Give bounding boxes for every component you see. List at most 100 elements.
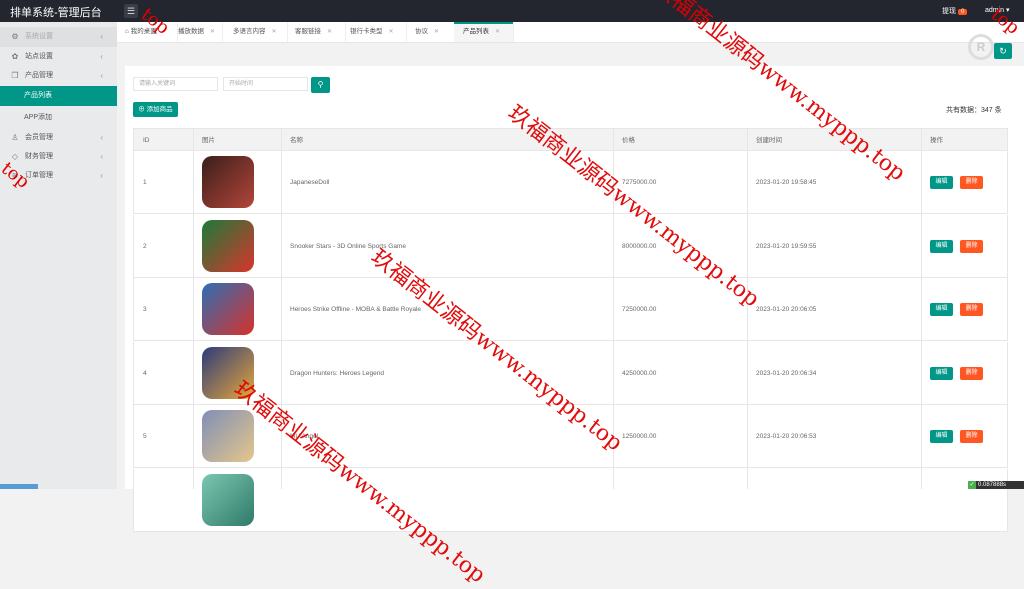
status-badge: ✓ 0.087888s xyxy=(968,481,1024,489)
column-divider xyxy=(281,128,282,489)
edit-button[interactable]: 编辑 xyxy=(930,430,953,443)
edit-button[interactable]: 编辑 xyxy=(930,176,953,189)
sidebar-item-label: 系统设置 xyxy=(25,33,53,40)
sidebar-item-label: 会员管理 xyxy=(25,134,53,141)
close-icon[interactable]: ✕ xyxy=(327,29,332,35)
close-icon[interactable]: ✕ xyxy=(495,29,500,35)
add-product-button[interactable]: ⊕ 添加商品 xyxy=(133,102,178,117)
cube-icon: ❒ xyxy=(11,71,19,80)
cell-id: 3 xyxy=(143,306,147,313)
sidebar-item-system-settings[interactable]: ⚙ 系统设置 ‹ xyxy=(0,27,117,47)
delete-button[interactable]: 删除 xyxy=(960,303,983,316)
column-divider xyxy=(613,128,614,489)
home-icon: ⌂ xyxy=(125,28,129,35)
cell-price: 8000000.00 xyxy=(622,242,657,250)
product-thumbnail xyxy=(202,219,254,272)
close-icon[interactable]: ✕ xyxy=(272,29,277,35)
close-icon[interactable]: ✕ xyxy=(210,29,215,35)
tab-label: 我的桌面 xyxy=(130,28,157,35)
withdraw-link[interactable]: 提现 0 xyxy=(942,6,968,16)
sidebar: ⚙ 系统设置 ‹ ✿ 站点设置 ‹ ❒ 产品管理 ‹ 产品列表 APP添加 ♙ … xyxy=(0,22,117,489)
tab-play-data[interactable]: 播放数据 ✕ xyxy=(170,22,223,42)
delete-button[interactable]: 删除 xyxy=(960,430,983,443)
top-header: 排单系统-管理后台 ☰ 提现 0 admin ▾ xyxy=(0,0,1024,22)
user-icon: ♙ xyxy=(11,133,19,142)
column-header-id: ID xyxy=(143,137,150,144)
cell-created: 2023-01-20 20:06:53 xyxy=(756,433,817,440)
chevron-left-icon: ‹ xyxy=(100,133,103,142)
sidebar-item-site-settings[interactable]: ✿ 站点设置 ‹ xyxy=(0,47,117,67)
cell-created: 2023-01-20 19:59:55 xyxy=(756,242,817,250)
sidebar-item-finance-management[interactable]: ◇ 财务管理 ‹ xyxy=(0,147,117,167)
withdraw-label: 提现 xyxy=(942,8,956,15)
chevron-left-icon: ‹ xyxy=(100,32,103,41)
tab-agreement[interactable]: 协议 ✕ xyxy=(407,22,456,42)
sidebar-item-label: APP添加 xyxy=(24,114,53,121)
sidebar-item-member-management[interactable]: ♙ 会员管理 ‹ xyxy=(0,128,117,148)
layers-icon: ≋ xyxy=(11,171,19,180)
user-menu[interactable]: admin ▾ xyxy=(985,6,1010,14)
tab-label: 客服链接 xyxy=(295,28,321,35)
tab-product-list[interactable]: 产品列表 ✕ xyxy=(454,22,514,42)
cell-created: 2023-01-20 19:58:45 xyxy=(756,179,817,186)
keyword-input[interactable] xyxy=(133,77,218,91)
sidebar-item-order-management[interactable]: ≋ 订单管理 ‹ xyxy=(0,166,117,186)
tab-bank-card[interactable]: 银行卡类型 ✕ xyxy=(346,22,407,42)
column-divider xyxy=(193,128,194,489)
cell-created: 2023-01-20 20:06:34 xyxy=(756,369,817,377)
close-icon[interactable]: ✕ xyxy=(434,29,439,35)
delete-button[interactable]: 删除 xyxy=(960,239,983,253)
status-value: 0.087888s xyxy=(978,482,1007,488)
tab-service-link[interactable]: 客服链接 ✕ xyxy=(287,22,346,42)
product-thumbnail xyxy=(202,346,254,399)
total-count: 共有数据：347 条 xyxy=(946,105,1002,115)
product-thumbnail xyxy=(202,473,254,526)
diamond-icon: ◇ xyxy=(11,152,19,161)
tab-multilang[interactable]: 多语言内容 ✕ xyxy=(223,22,288,42)
sidebar-item-product-management[interactable]: ❒ 产品管理 ‹ xyxy=(0,66,117,86)
withdraw-count-badge: 0 xyxy=(958,9,968,15)
edit-button[interactable]: 编辑 xyxy=(930,239,953,253)
tab-label: 协议 xyxy=(415,28,428,35)
cell-price: 1250000.00 xyxy=(622,433,657,440)
edit-button[interactable]: 编辑 xyxy=(930,366,953,380)
sidebar-item-label: 产品列表 xyxy=(24,92,52,99)
table-row: 5 MU Angel 1250000.00 2023-01-20 20:06:53 编辑… xyxy=(133,405,1008,468)
check-icon: ✓ xyxy=(968,481,976,489)
product-thumbnail xyxy=(202,410,254,462)
tab-label: 播放数据 xyxy=(178,28,204,35)
total-label: 共有数据： xyxy=(946,107,981,114)
table-row: 2 Snooker Stars - 3D Online Sports Game 80… xyxy=(133,214,1008,278)
chevron-left-icon: ‹ xyxy=(100,152,103,161)
close-icon[interactable]: ✕ xyxy=(389,29,394,35)
delete-button[interactable]: 删除 xyxy=(960,366,983,380)
hamburger-icon[interactable]: ☰ xyxy=(124,4,138,18)
refresh-button[interactable]: ↻ xyxy=(994,43,1012,59)
total-unit: 条 xyxy=(992,107,1002,114)
sidebar-item-label: 订单管理 xyxy=(25,172,53,179)
sidebar-item-product-list[interactable]: 产品列表 xyxy=(0,86,117,106)
start-time-input[interactable] xyxy=(223,77,308,91)
sidebar-item-label: 财务管理 xyxy=(25,153,53,160)
cell-price: 7250000.00 xyxy=(622,306,657,313)
gear-icon: ⚙ xyxy=(11,32,19,41)
cell-name: Snooker Stars - 3D Online Sports Game xyxy=(290,242,406,250)
cell-price: 4250000.00 xyxy=(622,369,657,377)
delete-button[interactable]: 删除 xyxy=(960,176,983,189)
tab-bar: ⌂ 我的桌面 播放数据 ✕ 多语言内容 ✕ 客服链接 ✕ 银行卡类型 ✕ 协议 ✕ 产品列… xyxy=(117,22,1024,43)
cell-name: Heroes Strike Offline - MOBA & Battle Ro… xyxy=(290,306,422,313)
cell-id: 1 xyxy=(143,179,147,186)
cell-name: Dragon Hunters: Heroes Legend xyxy=(290,369,384,377)
sidebar-scroll-handle[interactable] xyxy=(0,484,38,489)
tab-label: 银行卡类型 xyxy=(350,28,383,35)
chevron-left-icon: ‹ xyxy=(100,171,103,180)
column-header-created: 创建时间 xyxy=(756,137,782,144)
cell-created: 2023-01-20 20:06:05 xyxy=(756,306,817,313)
edit-button[interactable]: 编辑 xyxy=(930,303,953,316)
tab-home[interactable]: ⌂ 我的桌面 xyxy=(117,22,178,42)
tab-label: 多语言内容 xyxy=(233,28,266,35)
sidebar-item-app-add[interactable]: APP添加 xyxy=(0,108,117,128)
table-row: 3 Heroes Strike Offline - MOBA & Battle R… xyxy=(133,278,1008,341)
search-button[interactable]: ⚲ xyxy=(311,77,330,93)
total-value: 347 xyxy=(981,107,993,114)
